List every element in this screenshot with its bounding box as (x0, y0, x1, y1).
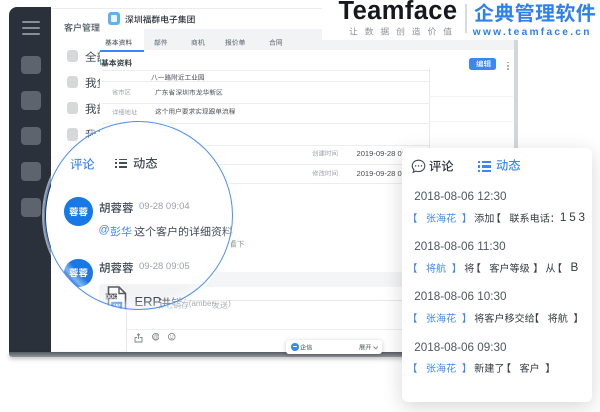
svg-text:@: @ (153, 335, 158, 341)
